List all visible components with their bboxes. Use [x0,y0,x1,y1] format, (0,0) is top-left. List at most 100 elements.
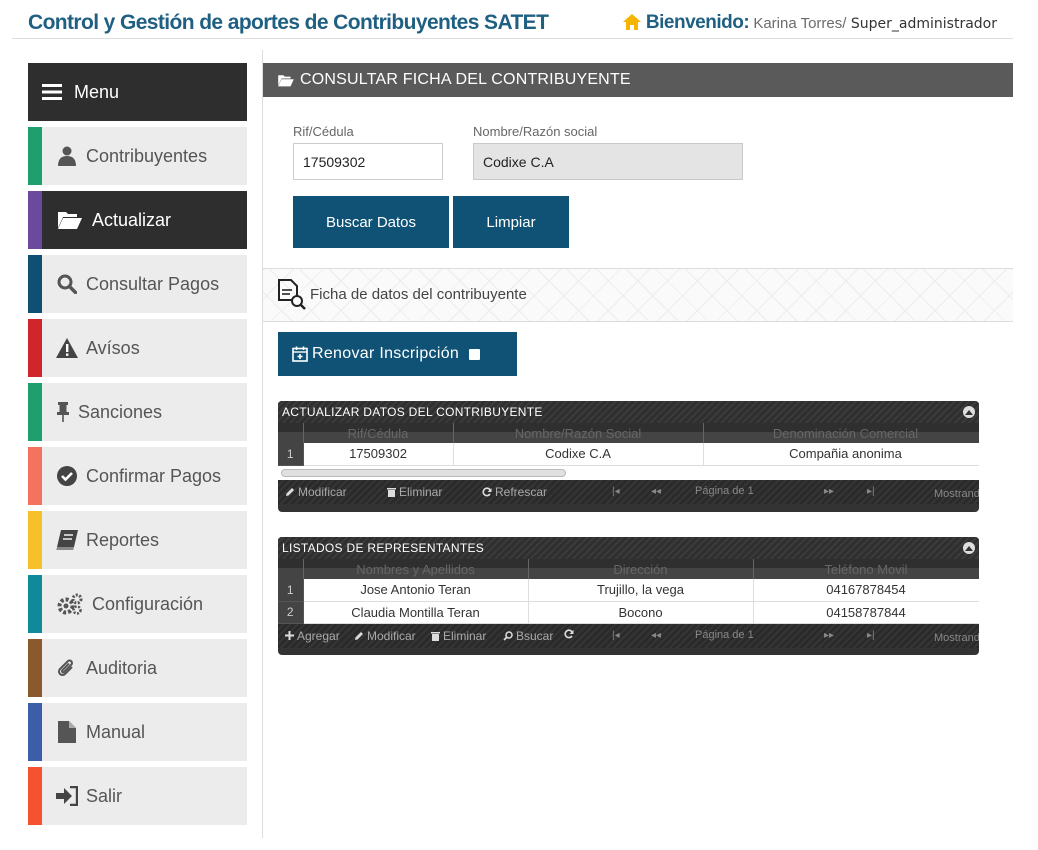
column-header[interactable]: Teléfono Movil [753,559,979,579]
table-cell[interactable]: 17509302 [303,443,454,466]
renovar-checkbox[interactable] [469,348,481,360]
pencil-icon [286,487,294,496]
nombre-label: Nombre/Razón social [473,124,598,139]
records-info: Mostrando [934,487,979,500]
grid-title: ACTUALIZAR DATOS DEL CONTRIBUYENTE [278,401,979,423]
sidebar-stripe [28,127,42,185]
first-page-icon[interactable]: |◂ [612,486,620,497]
table-cell[interactable]: 04158787844 [753,601,979,624]
collapse-icon[interactable] [963,542,975,554]
menu-toggle[interactable]: Menu [28,63,247,121]
nombre-input[interactable] [473,143,743,180]
eliminar-button[interactable]: Eliminar [387,485,442,499]
table-cell[interactable]: 04167878454 [753,579,979,602]
page-indicator: Página de 1 [695,484,754,497]
home-icon [622,14,641,30]
column-header[interactable]: Nombre/Razón Social [453,423,704,443]
sidebar-stripe [28,639,42,697]
collapse-icon[interactable] [963,406,975,418]
sidebar-item-salir[interactable]: Salir [28,767,247,825]
user-name: Karina Torres/ [753,15,847,32]
table-cell[interactable]: Claudia Montilla Teran [303,601,529,624]
user-role: Super_administrador [846,16,997,32]
refrescar-label: Refrescar [495,484,548,499]
table-cell[interactable]: Compañia anonima [703,443,979,466]
refresh-icon [482,486,492,496]
rif-input[interactable] [293,143,443,180]
book-icon [56,529,78,551]
modificar-button[interactable]: Modificar [354,629,416,643]
table-row[interactable]: 1 Jose Antonio Teran Trujillo, la vega 0… [278,579,979,602]
sidebar-item-confirmar-pagos[interactable]: Confirmar Pagos [28,447,247,505]
sign-in-icon [56,785,78,807]
agregar-button[interactable]: Agregar [285,629,340,643]
sidebar-item-manual[interactable]: Manual [28,703,247,761]
records-info: Mostrando [934,631,979,644]
sidebar-item-label: Contribuyentes [86,145,208,166]
next-page-icon[interactable]: ▸▸ [824,630,834,641]
grid-pager: Agregar Modificar Eliminar Bsucar |◂ ◂◂ … [278,623,979,648]
table-cell[interactable]: Bocono [528,601,754,624]
column-header[interactable]: Nombres y Apellidos [303,559,529,579]
last-page-icon[interactable]: ▸| [867,630,875,641]
prev-page-icon[interactable]: ◂◂ [651,630,661,641]
sidebar-item-label: Sanciones [78,401,163,422]
rif-label: Rif/Cédula [293,124,354,139]
sidebar-item-actualizar[interactable]: Actualizar [28,191,247,249]
sidebar-stripe [28,383,42,441]
buscar-button[interactable]: Bsucar [503,629,553,643]
grid-title-text: LISTADOS DE REPRESENTANTES [282,541,485,555]
grid-title: LISTADOS DE REPRESENTANTES [278,537,979,559]
table-row[interactable]: 2 Claudia Montilla Teran Bocono 04158787… [278,601,979,624]
refresh-button[interactable] [564,628,577,639]
limpiar-button[interactable]: Limpiar [453,196,569,248]
renovar-label: Renovar Inscripción [312,345,460,362]
sidebar: Menu Contribuyentes Actualizar Consultar… [28,63,247,825]
refrescar-button[interactable]: Refrescar [482,485,547,499]
sidebar-item-label: Consultar Pagos [86,273,220,294]
agregar-label: Agregar [297,628,340,643]
sidebar-item-sanciones[interactable]: Sanciones [28,383,247,441]
sidebar-item-contribuyentes[interactable]: Contribuyentes [28,127,247,185]
sidebar-item-label: Avísos [86,337,140,358]
prev-page-icon[interactable]: ◂◂ [651,486,661,497]
sidebar-item-label: Manual [86,721,146,742]
sidebar-item-consultar-pagos[interactable]: Consultar Pagos [28,255,247,313]
row-number: 1 [278,443,304,466]
sidebar-item-auditoria[interactable]: Auditoria [28,639,247,697]
column-header[interactable]: Rif/Cédula [303,423,454,443]
table-cell[interactable]: Trujillo, la vega [528,579,754,602]
user-icon [56,145,78,167]
scrollbar-thumb[interactable] [281,468,566,477]
grid-title-text: ACTUALIZAR DATOS DEL CONTRIBUYENTE [282,405,543,419]
grid-header-row: Nombres y Apellidos Dirección Teléfono M… [278,559,979,579]
sidebar-item-configuracion[interactable]: Configuración [28,575,247,633]
horizontal-scrollbar[interactable] [278,465,979,480]
sidebar-stripe [28,319,42,377]
last-page-icon[interactable]: ▸| [867,486,875,497]
modificar-label: Modificar [298,484,347,499]
table-row[interactable]: 1 17509302 Codixe C.A Compañia anonima [278,443,979,466]
next-page-icon[interactable]: ▸▸ [824,486,834,497]
table-cell[interactable]: Jose Antonio Teran [303,579,529,602]
column-header[interactable]: Dirección [528,559,754,579]
sidebar-item-avisos[interactable]: Avísos [28,319,247,377]
table-cell[interactable]: Codixe C.A [453,443,704,466]
sidebar-stripe [28,255,42,313]
eliminar-label: Eliminar [443,628,487,643]
sidebar-stripe [28,575,42,633]
column-header[interactable]: Denominación Comercial [703,423,979,443]
menu-bars-icon [42,84,62,100]
ficha-label: Ficha de datos del contribuyente [310,286,527,303]
page-indicator: Página de 1 [695,628,754,641]
sidebar-divider [262,50,263,838]
buscar-datos-button[interactable]: Buscar Datos [293,196,449,248]
first-page-icon[interactable]: |◂ [612,630,620,641]
modificar-button[interactable]: Modificar [285,485,347,499]
sidebar-item-reportes[interactable]: Reportes [28,511,247,569]
pushpin-icon [56,401,70,423]
welcome-label: Bienvenido: [645,12,750,33]
search-icon [503,630,513,641]
eliminar-button[interactable]: Eliminar [431,629,486,643]
renovar-inscripcion-button[interactable]: Renovar Inscripción [278,332,517,376]
